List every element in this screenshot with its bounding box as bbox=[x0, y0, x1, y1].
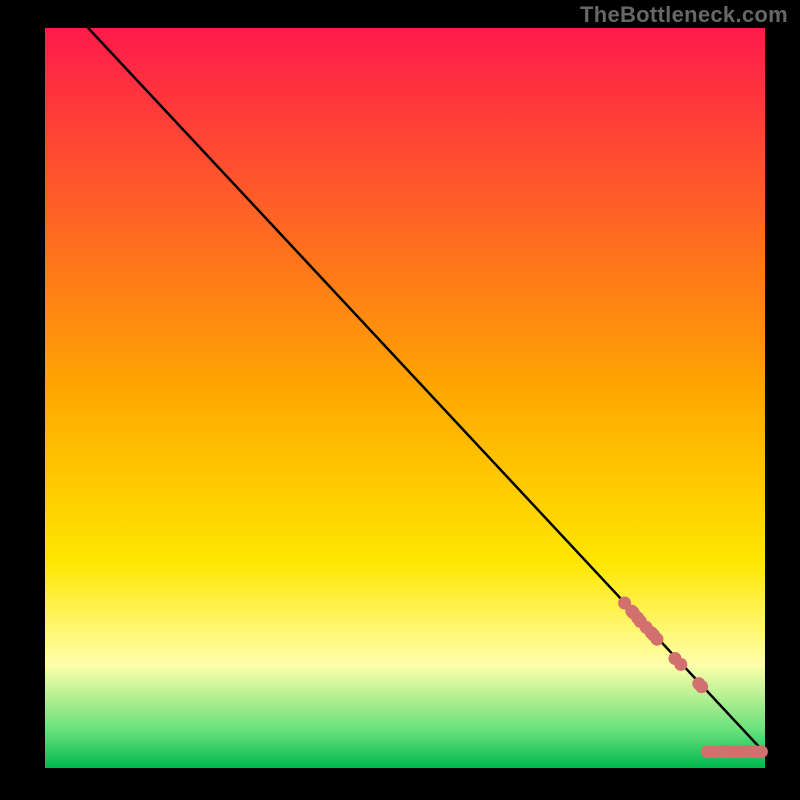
data-point bbox=[651, 633, 664, 646]
data-point bbox=[755, 745, 768, 758]
plot-area bbox=[45, 28, 765, 768]
watermark-text: TheBottleneck.com bbox=[580, 2, 788, 28]
data-point bbox=[695, 680, 708, 693]
chart-container: TheBottleneck.com bbox=[0, 0, 800, 800]
chart-svg bbox=[0, 0, 800, 800]
data-point bbox=[674, 658, 687, 671]
